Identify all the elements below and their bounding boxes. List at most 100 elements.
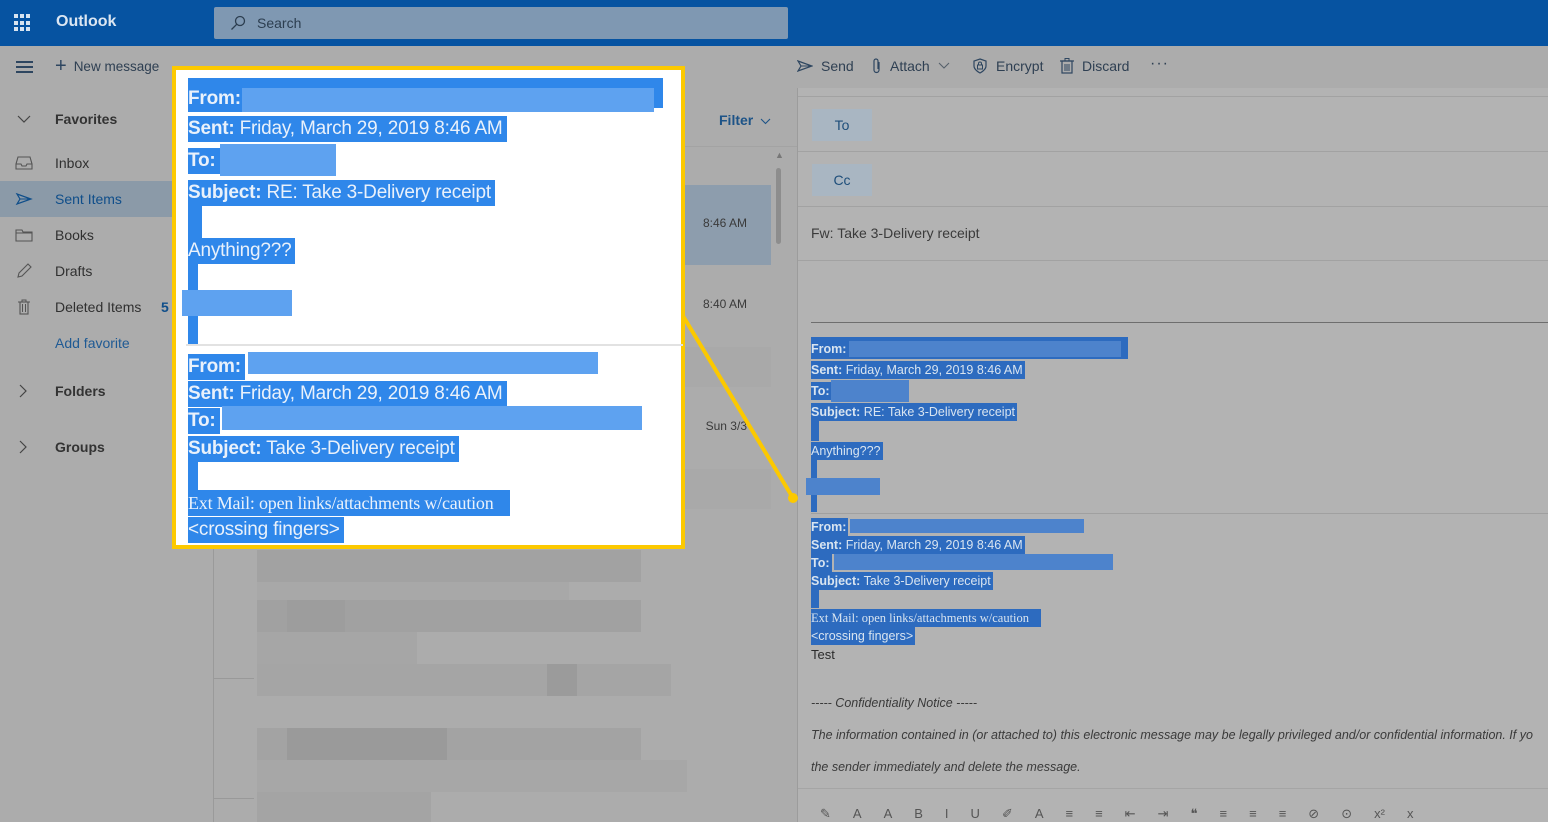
search-icon <box>231 15 246 30</box>
pencil-icon <box>17 263 32 278</box>
callout-to-1: To: <box>188 148 220 174</box>
confidentiality-text: The information contained in (or attache… <box>811 728 1533 742</box>
more-options-button[interactable]: ··· <box>1150 55 1169 73</box>
format-tool-icon[interactable]: ⇤ <box>1125 806 1136 822</box>
trash-icon <box>18 299 30 315</box>
folder-icon <box>15 229 33 242</box>
sidebar-item-label: Drafts <box>55 263 93 279</box>
cc-button[interactable]: Cc <box>812 164 872 196</box>
confidentiality-text: the sender immediately and delete the me… <box>811 760 1081 774</box>
callout-subject-2: Subject: Take 3-Delivery receipt <box>188 436 459 462</box>
quoted-sent-1: Sent: Friday, March 29, 2019 8:46 AM <box>811 361 1025 379</box>
callout-body-1: Anything??? <box>188 238 296 264</box>
send-button[interactable]: Send <box>797 58 854 74</box>
format-tool-icon[interactable]: A <box>884 806 893 822</box>
add-favorite-label: Add favorite <box>55 335 130 351</box>
redacted-content <box>547 664 577 696</box>
selection-highlight <box>188 462 198 490</box>
quoted-to-2: To: <box>811 554 832 572</box>
divider <box>798 206 1548 207</box>
zoom-callout: From: Sent: Friday, March 29, 2019 8:46 … <box>172 66 685 549</box>
redacted-content <box>287 600 345 632</box>
quoted-from-1: From: <box>811 340 849 358</box>
format-tool-icon[interactable]: U <box>971 806 980 822</box>
format-tool-icon[interactable]: ⊙ <box>1341 806 1352 822</box>
sidebar-item-label: Deleted Items <box>55 299 142 315</box>
redacted-sender <box>248 352 598 374</box>
filter-button[interactable]: Filter <box>719 112 771 128</box>
redacted-content <box>257 632 417 664</box>
divider <box>214 798 254 799</box>
send-label: Send <box>821 58 854 74</box>
message-list-scrollbar[interactable]: ▲ <box>772 148 786 822</box>
format-tool-icon[interactable]: ⇥ <box>1158 806 1169 822</box>
format-tool-icon[interactable]: ≡ <box>1249 806 1257 822</box>
new-message-label: New message <box>73 58 160 74</box>
format-tool-icon[interactable]: ≡ <box>1066 806 1074 822</box>
format-tool-icon[interactable]: ⊘ <box>1308 806 1319 822</box>
scroll-up-icon[interactable]: ▲ <box>775 150 784 160</box>
format-tool-icon[interactable]: ≡ <box>1279 806 1287 822</box>
divider <box>186 344 683 346</box>
redacted-content <box>257 760 687 792</box>
format-tool-icon[interactable]: ≡ <box>1220 806 1228 822</box>
divider <box>811 513 1548 514</box>
typed-body-text[interactable]: Test <box>811 647 835 662</box>
callout-warning: Ext Mail: open links/attachments w/cauti… <box>188 490 510 516</box>
format-tool-icon[interactable]: x <box>1407 806 1414 822</box>
app-launcher-icon[interactable] <box>14 14 32 32</box>
quoted-to-1: To: <box>811 382 832 400</box>
shield-lock-icon <box>973 58 987 74</box>
format-tool-icon[interactable]: I <box>945 806 949 822</box>
redacted-sender <box>849 341 1121 357</box>
new-message-button[interactable]: + New message <box>55 55 160 77</box>
redacted-recipient <box>222 406 642 430</box>
divider <box>214 678 254 679</box>
filter-label: Filter <box>719 112 754 128</box>
selection-highlight <box>811 421 819 441</box>
quoted-body-2: <crossing fingers> <box>811 627 916 645</box>
format-tool-icon[interactable]: ✐ <box>1002 806 1013 822</box>
callout-sent-2: Sent: Friday, March 29, 2019 8:46 AM <box>188 381 507 407</box>
chevron-right-icon <box>19 440 27 454</box>
format-tool-icon[interactable]: ✎ <box>820 806 831 822</box>
format-tool-icon[interactable]: ❝ <box>1191 806 1198 822</box>
search-input[interactable]: Search <box>214 7 788 39</box>
scroll-thumb[interactable] <box>776 168 781 244</box>
chevron-down-icon <box>760 118 771 125</box>
message-time: 8:40 AM <box>702 297 747 311</box>
discard-button[interactable]: Discard <box>1060 58 1129 74</box>
redacted-signature <box>806 478 880 495</box>
format-tool-icon[interactable]: ≡ <box>1095 806 1103 822</box>
quoted-subject-2: Subject: Take 3-Delivery receipt <box>811 572 993 590</box>
format-tool-icon[interactable]: A <box>1035 806 1044 822</box>
format-tool-icon[interactable]: A <box>853 806 862 822</box>
callout-from-1: From: <box>188 86 245 112</box>
sidebar-item-label: Inbox <box>55 155 90 171</box>
plus-icon: + <box>55 55 67 77</box>
divider <box>798 788 1548 789</box>
formatting-toolbar: ✎ A A B I U ✐ A ≡ ≡ ⇤ ⇥ ❝ ≡ ≡ ≡ ⊘ ⊙ x² x <box>820 806 1413 822</box>
search-placeholder: Search <box>257 15 302 31</box>
format-tool-icon[interactable]: B <box>914 806 923 822</box>
top-bar: Outlook Search <box>0 0 1548 46</box>
subject-field[interactable]: Fw: Take 3-Delivery receipt <box>811 225 980 241</box>
redacted-recipient <box>834 554 1113 570</box>
encrypt-button[interactable]: Encrypt <box>972 58 1043 74</box>
divider <box>798 96 1548 97</box>
attach-button[interactable]: Attach <box>872 58 950 74</box>
hamburger-menu-icon[interactable] <box>16 61 33 73</box>
callout-body-2: <crossing fingers> <box>188 517 344 543</box>
format-tool-icon[interactable]: x² <box>1374 806 1385 822</box>
favorites-label: Favorites <box>55 111 118 127</box>
callout-sent-1: Sent: Friday, March 29, 2019 8:46 AM <box>188 116 507 142</box>
to-button[interactable]: To <box>812 109 872 141</box>
redacted-recipient <box>220 144 336 176</box>
quoted-from-2: From: <box>811 518 849 536</box>
app-title[interactable]: Outlook <box>56 13 116 31</box>
send-icon <box>15 192 33 206</box>
message-time: Sun 3/3 <box>705 419 747 433</box>
redacted-content <box>257 550 641 582</box>
inbox-icon <box>15 156 33 170</box>
divider <box>798 151 1548 152</box>
